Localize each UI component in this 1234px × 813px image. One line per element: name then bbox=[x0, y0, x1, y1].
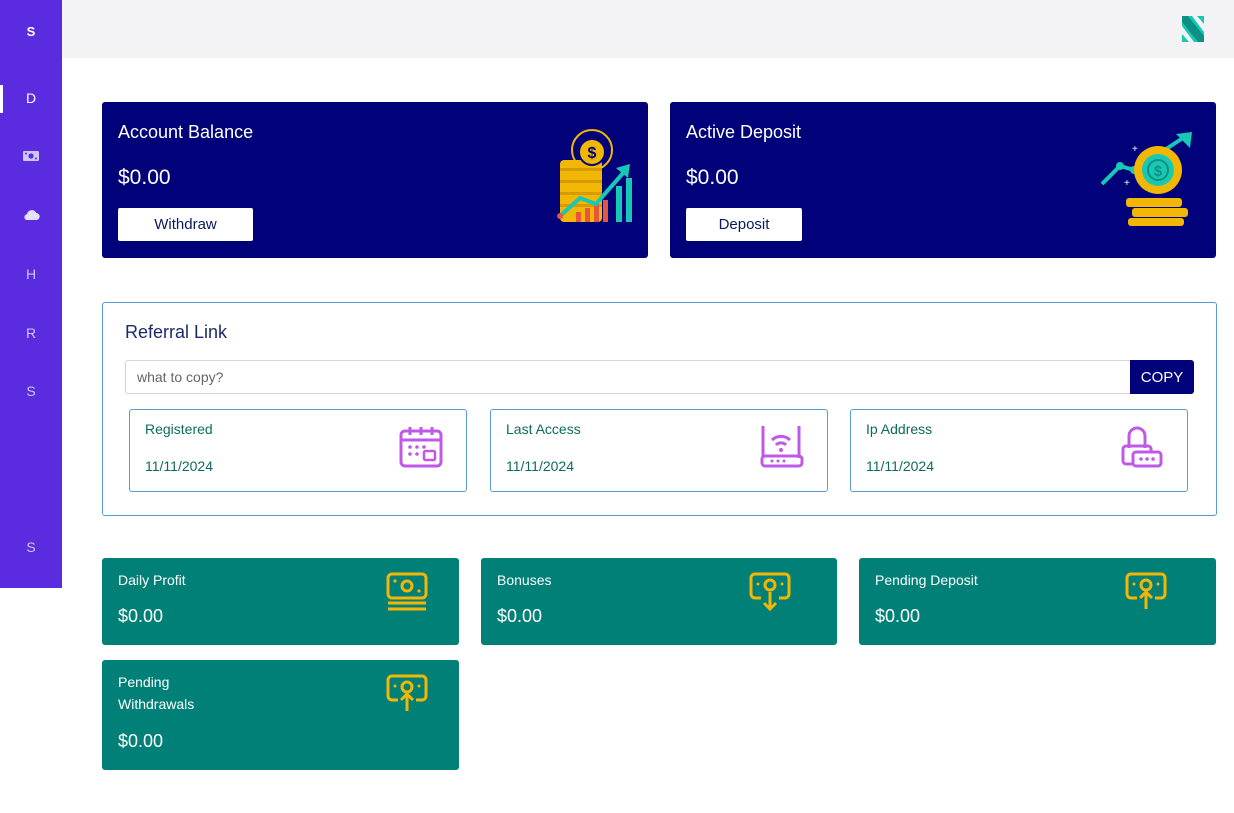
sidebar-item-r[interactable]: R bbox=[0, 325, 62, 341]
sidebar-item-settings[interactable]: S bbox=[0, 539, 62, 555]
daily-profit-card: Daily Profit $0.00 bbox=[102, 558, 459, 645]
coin-investment-growth-icon: + + $ bbox=[1100, 132, 1192, 226]
sidebar-item-h[interactable]: H bbox=[0, 266, 62, 282]
last-access-box: Last Access 11/11/2024 bbox=[490, 409, 828, 492]
deposit-button[interactable]: Deposit bbox=[686, 208, 802, 241]
svg-text:+: + bbox=[1124, 178, 1130, 189]
sidebar-item-dashboard[interactable]: D bbox=[0, 90, 62, 106]
account-balance-title: Account Balance bbox=[118, 122, 254, 142]
bonuses-amount: $0.00 bbox=[497, 606, 543, 626]
referral-card: Referral Link COPY Registered 11/11/2024… bbox=[102, 302, 1217, 516]
ip-address-box: Ip Address 11/11/2024 bbox=[850, 409, 1188, 492]
active-deposit-title: Active Deposit bbox=[686, 122, 802, 142]
registered-value: 11/11/2024 bbox=[145, 458, 213, 474]
top-bar bbox=[62, 0, 1234, 58]
active-deposit-card: Active Deposit $0.00 Deposit + + $ bbox=[670, 102, 1216, 258]
active-deposit-amount: $0.00 bbox=[686, 166, 739, 189]
sidebar-brand[interactable]: S bbox=[0, 24, 62, 39]
referral-link-input[interactable] bbox=[125, 360, 1130, 394]
sidebar-item-s[interactable]: S bbox=[0, 383, 62, 399]
pending-withdrawals-card: Pending Withdrawals $0.00 bbox=[102, 660, 459, 770]
deposit-cash-icon bbox=[1125, 572, 1167, 609]
withdraw-button[interactable]: Withdraw bbox=[118, 208, 253, 241]
bonuses-card: Bonuses $0.00 bbox=[481, 558, 837, 645]
coins-growth-chart-icon: $ bbox=[557, 129, 632, 222]
daily-profit-title: Daily Profit bbox=[118, 572, 186, 588]
cloud-icon bbox=[24, 210, 40, 221]
svg-text:+: + bbox=[1132, 144, 1138, 155]
daily-profit-amount: $0.00 bbox=[118, 606, 164, 626]
last-access-value: 11/11/2024 bbox=[506, 458, 574, 474]
cash-icon bbox=[386, 572, 428, 611]
referral-title: Referral Link bbox=[125, 322, 228, 342]
pending-deposit-title: Pending Deposit bbox=[875, 572, 978, 588]
sidebar-item-money[interactable] bbox=[0, 149, 62, 166]
ip-address-value: 11/11/2024 bbox=[866, 458, 934, 474]
network-device-icon bbox=[1121, 426, 1163, 468]
pending-deposit-card: Pending Deposit $0.00 bbox=[859, 558, 1216, 645]
wifi-router-icon bbox=[760, 426, 804, 468]
sidebar-item-cloud[interactable] bbox=[0, 208, 62, 225]
deposit-cash-icon bbox=[386, 674, 428, 711]
pending-withdrawals-title: Pending Withdrawals bbox=[118, 674, 195, 712]
svg-text:$: $ bbox=[588, 145, 597, 162]
withdraw-cash-icon bbox=[749, 572, 791, 612]
money-icon bbox=[23, 151, 39, 161]
account-balance-amount: $0.00 bbox=[118, 166, 171, 189]
ip-address-label: Ip Address bbox=[866, 421, 933, 437]
bonuses-title: Bonuses bbox=[497, 572, 552, 588]
brand-logo-icon[interactable] bbox=[1178, 14, 1208, 44]
pending-withdrawals-amount: $0.00 bbox=[118, 731, 164, 751]
calendar-icon bbox=[399, 427, 443, 468]
registered-box: Registered 11/11/2024 bbox=[129, 409, 467, 492]
account-balance-card: Account Balance $0.00 Withdraw $ bbox=[102, 102, 648, 258]
copy-button[interactable]: COPY bbox=[1130, 360, 1194, 394]
svg-text:$: $ bbox=[1154, 163, 1163, 180]
last-access-label: Last Access bbox=[506, 421, 581, 437]
registered-label: Registered bbox=[145, 421, 213, 437]
sidebar: S D H R S S bbox=[0, 0, 62, 588]
pending-deposit-amount: $0.00 bbox=[875, 606, 921, 626]
